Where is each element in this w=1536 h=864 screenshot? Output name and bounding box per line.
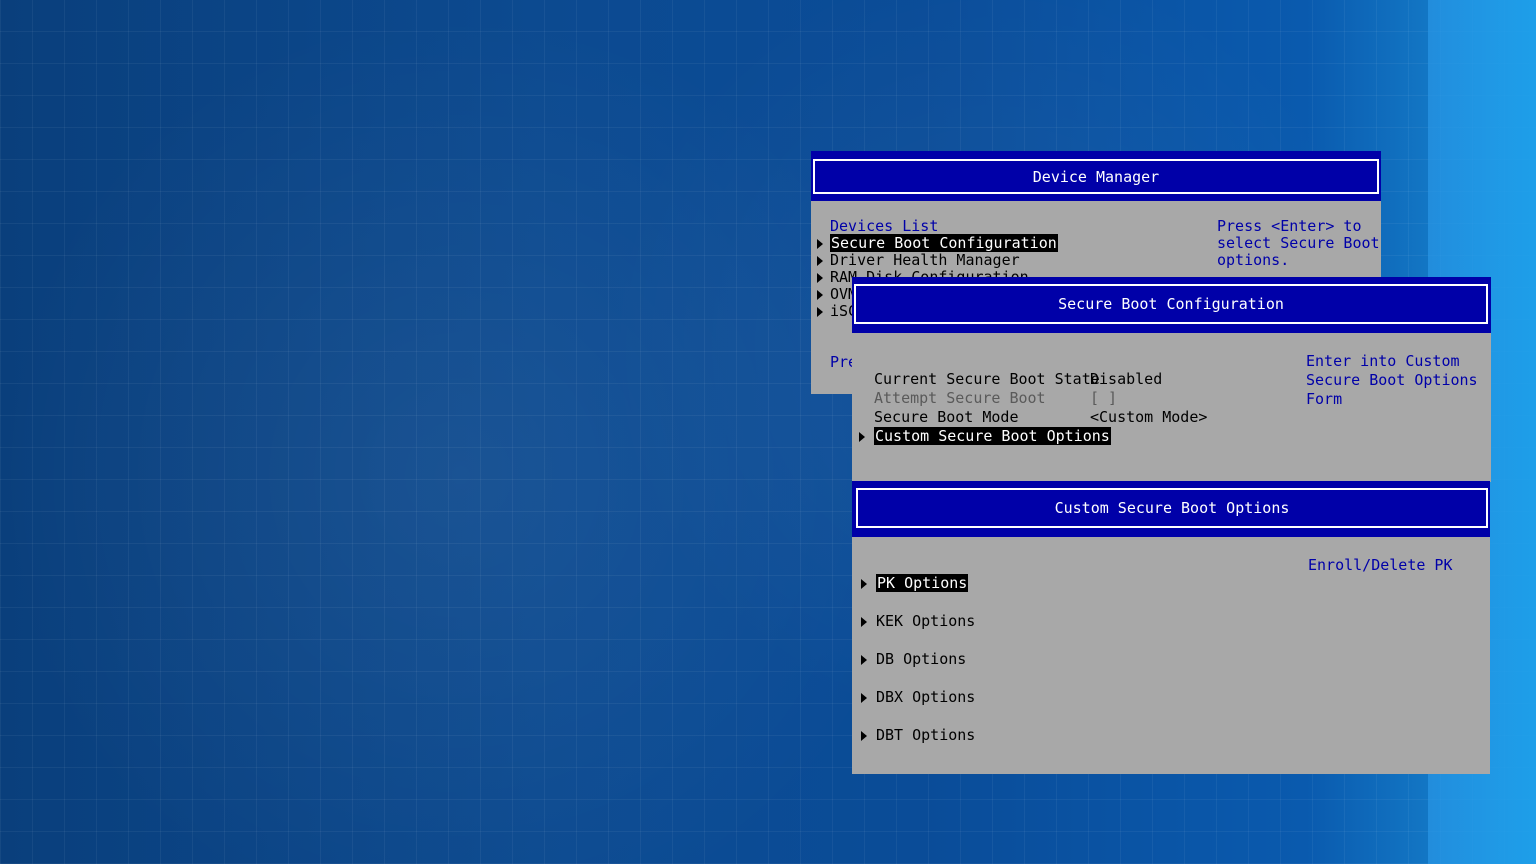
device-item-secure-boot[interactable]: Secure Boot Configuration — [830, 234, 1058, 252]
help-line: Press <Enter> to — [1217, 217, 1362, 235]
window-title: Custom Secure Boot Options — [856, 488, 1488, 528]
title-bar: Device Manager — [811, 151, 1381, 201]
help-line: options. — [1217, 251, 1290, 269]
custom-secure-boot-options-link[interactable]: Custom Secure Boot Options — [874, 427, 1111, 445]
attempt-secure-boot-checkbox[interactable]: [ ] — [1090, 390, 1117, 407]
submenu-arrow-icon — [817, 256, 823, 266]
submenu-arrow-icon — [861, 617, 867, 627]
submenu-arrow-icon — [861, 693, 867, 703]
submenu-arrow-icon — [859, 432, 865, 442]
db-options-link[interactable]: DB Options — [876, 651, 966, 668]
help-panel: Enroll/Delete PK — [1308, 556, 1453, 574]
window-title: Device Manager — [813, 159, 1379, 194]
help-panel: Enter into Custom Secure Boot Options Fo… — [1306, 352, 1478, 409]
dbx-options-link[interactable]: DBX Options — [876, 689, 975, 706]
devices-list-header: Devices List — [830, 217, 939, 235]
submenu-arrow-icon — [817, 307, 823, 317]
submenu-arrow-icon — [817, 290, 823, 300]
window-title: Secure Boot Configuration — [854, 284, 1488, 324]
kek-options-link[interactable]: KEK Options — [876, 613, 975, 630]
help-line: select Secure Boot — [1217, 234, 1380, 252]
title-bar: Custom Secure Boot Options — [852, 481, 1490, 537]
submenu-arrow-icon — [861, 579, 867, 589]
help-line: Form — [1306, 390, 1343, 408]
secure-boot-mode-select[interactable]: <Custom Mode> — [1090, 409, 1207, 426]
pk-options-link[interactable]: PK Options — [876, 574, 969, 592]
custom-secure-boot-options-window: Custom Secure Boot Options PK Options KE… — [852, 481, 1490, 774]
title-bar: Secure Boot Configuration — [852, 277, 1491, 333]
submenu-arrow-icon — [861, 655, 867, 665]
help-line: Enter into Custom — [1306, 352, 1460, 370]
help-panel: Press <Enter> to select Secure Boot opti… — [1217, 218, 1380, 269]
current-secure-boot-state-value: Disabled — [1090, 370, 1163, 388]
submenu-arrow-icon — [817, 239, 823, 249]
device-item-driver-health[interactable]: Driver Health Manager — [830, 252, 1020, 269]
attempt-secure-boot-label: Attempt Secure Boot — [874, 389, 1046, 407]
secure-boot-config-window: Secure Boot Configuration Current Secure… — [852, 277, 1491, 482]
dbt-options-link[interactable]: DBT Options — [876, 727, 975, 744]
current-secure-boot-state-label: Current Secure Boot State — [874, 370, 1100, 388]
help-line: Secure Boot Options — [1306, 371, 1478, 389]
secure-boot-mode-label: Secure Boot Mode — [874, 408, 1019, 426]
submenu-arrow-icon — [817, 273, 823, 283]
submenu-arrow-icon — [861, 731, 867, 741]
